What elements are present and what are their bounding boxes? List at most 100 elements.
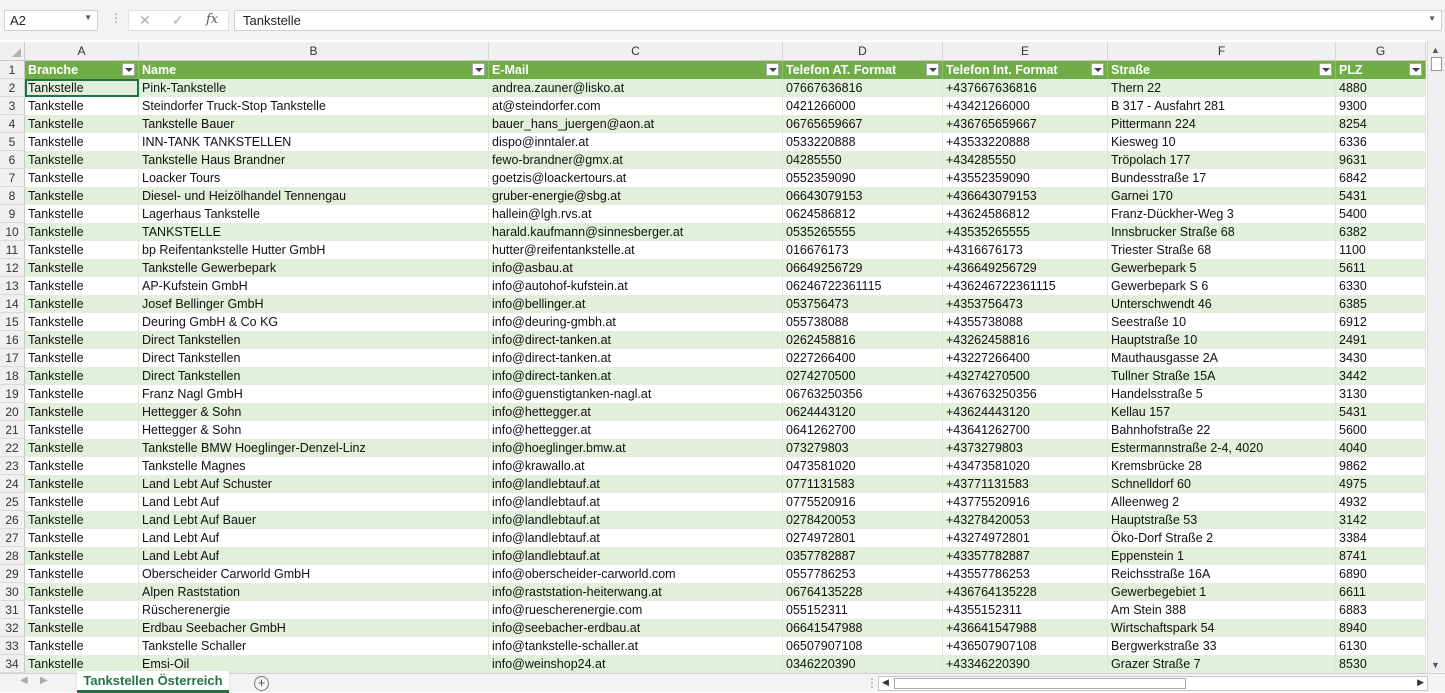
cell[interactable]: Tankstelle bbox=[25, 295, 139, 313]
cell[interactable]: Tankstelle Schaller bbox=[139, 637, 489, 655]
row-header[interactable]: 29 bbox=[0, 565, 25, 583]
cell[interactable]: Reichsstraße 16A bbox=[1108, 565, 1336, 583]
cell[interactable]: Alpen Raststation bbox=[139, 583, 489, 601]
cell[interactable]: Franz Nagl GmbH bbox=[139, 385, 489, 403]
cell[interactable]: 5431 bbox=[1336, 403, 1426, 421]
cell[interactable]: +43624586812 bbox=[943, 205, 1108, 223]
cell[interactable]: +436764135228 bbox=[943, 583, 1108, 601]
row-header[interactable]: 14 bbox=[0, 295, 25, 313]
cell[interactable]: Pittermann 224 bbox=[1108, 115, 1336, 133]
cell[interactable]: 1100 bbox=[1336, 241, 1426, 259]
cell[interactable]: 0641262700 bbox=[783, 421, 943, 439]
cell[interactable]: hutter@reifentankstelle.at bbox=[489, 241, 783, 259]
cell[interactable]: 0771131583 bbox=[783, 475, 943, 493]
filter-dropdown-icon[interactable] bbox=[122, 63, 135, 76]
vertical-scrollbar[interactable]: ▲ ▼ bbox=[1427, 40, 1445, 673]
cell[interactable]: 016676173 bbox=[783, 241, 943, 259]
cell[interactable]: Josef Bellinger GmbH bbox=[139, 295, 489, 313]
cell[interactable]: Tankstelle bbox=[25, 259, 139, 277]
row-header[interactable]: 23 bbox=[0, 457, 25, 475]
cell[interactable]: 0357782887 bbox=[783, 547, 943, 565]
cell[interactable]: 8940 bbox=[1336, 619, 1426, 637]
cell[interactable]: Tankstelle bbox=[25, 583, 139, 601]
cell[interactable]: Gewerbegebiet 1 bbox=[1108, 583, 1336, 601]
cell[interactable]: 3130 bbox=[1336, 385, 1426, 403]
prev-sheet-icon[interactable]: ◀ bbox=[20, 675, 28, 686]
row-header[interactable]: 7 bbox=[0, 169, 25, 187]
cell[interactable]: Loacker Tours bbox=[139, 169, 489, 187]
cell[interactable]: +436765659667 bbox=[943, 115, 1108, 133]
cell[interactable]: Tullner Straße 15A bbox=[1108, 367, 1336, 385]
row-header[interactable]: 11 bbox=[0, 241, 25, 259]
cell[interactable]: +43535265555 bbox=[943, 223, 1108, 241]
cell[interactable]: +43421266000 bbox=[943, 97, 1108, 115]
cell[interactable]: Oberscheider Carworld GmbH bbox=[139, 565, 489, 583]
row-header[interactable]: 22 bbox=[0, 439, 25, 457]
cell[interactable]: Bahnhofstraße 22 bbox=[1108, 421, 1336, 439]
cell[interactable]: Tankstelle Gewerbepark bbox=[139, 259, 489, 277]
cell[interactable]: info@direct-tanken.at bbox=[489, 367, 783, 385]
cell[interactable]: +43552359090 bbox=[943, 169, 1108, 187]
cell[interactable]: 06765659667 bbox=[783, 115, 943, 133]
cell[interactable]: +43473581020 bbox=[943, 457, 1108, 475]
column-header-f[interactable]: F bbox=[1108, 42, 1336, 60]
next-sheet-icon[interactable]: ▶ bbox=[40, 675, 48, 686]
horizontal-scroll-thumb[interactable] bbox=[894, 678, 1186, 689]
cell[interactable]: Tankstelle bbox=[25, 97, 139, 115]
cell[interactable]: Bergwerkstraße 33 bbox=[1108, 637, 1336, 655]
cell[interactable]: 2491 bbox=[1336, 331, 1426, 349]
cell[interactable]: +43274972801 bbox=[943, 529, 1108, 547]
cell[interactable]: TANKSTELLE bbox=[139, 223, 489, 241]
cell[interactable]: 5600 bbox=[1336, 421, 1426, 439]
cell[interactable]: Bundesstraße 17 bbox=[1108, 169, 1336, 187]
cell[interactable]: info@hettegger.at bbox=[489, 421, 783, 439]
cell[interactable]: Tankstelle bbox=[25, 313, 139, 331]
cell[interactable]: Tankstelle bbox=[25, 493, 139, 511]
header-cell-a[interactable]: Branche bbox=[25, 61, 139, 79]
scroll-right-icon[interactable]: ▶ bbox=[1417, 677, 1424, 688]
cell[interactable]: Kiesweg 10 bbox=[1108, 133, 1336, 151]
cell[interactable]: +4355738088 bbox=[943, 313, 1108, 331]
cell[interactable]: info@direct-tanken.at bbox=[489, 349, 783, 367]
cell[interactable]: +436507907108 bbox=[943, 637, 1108, 655]
row-header[interactable]: 15 bbox=[0, 313, 25, 331]
cell[interactable]: 06641547988 bbox=[783, 619, 943, 637]
cell[interactable]: 055152311 bbox=[783, 601, 943, 619]
cell[interactable]: Pink-Tankstelle bbox=[139, 79, 489, 97]
cell[interactable]: info@landlebtauf.at bbox=[489, 547, 783, 565]
cell[interactable]: 3430 bbox=[1336, 349, 1426, 367]
cell[interactable]: Land Lebt Auf bbox=[139, 493, 489, 511]
row-header[interactable]: 28 bbox=[0, 547, 25, 565]
cell[interactable]: 6890 bbox=[1336, 565, 1426, 583]
cell[interactable]: 8530 bbox=[1336, 655, 1426, 673]
cell[interactable]: info@hettegger.at bbox=[489, 403, 783, 421]
cell[interactable]: Estermannstraße 2-4, 4020 bbox=[1108, 439, 1336, 457]
cell[interactable]: +43274270500 bbox=[943, 367, 1108, 385]
cell[interactable]: +43262458816 bbox=[943, 331, 1108, 349]
cell[interactable]: Tankstelle bbox=[25, 277, 139, 295]
cell[interactable]: 5431 bbox=[1336, 187, 1426, 205]
cell[interactable]: Tankstelle Haus Brandner bbox=[139, 151, 489, 169]
cell[interactable]: dispo@inntaler.at bbox=[489, 133, 783, 151]
cell[interactable]: Handelsstraße 5 bbox=[1108, 385, 1336, 403]
cell[interactable]: 04285550 bbox=[783, 151, 943, 169]
chevron-down-icon[interactable]: ▼ bbox=[84, 13, 92, 22]
cell[interactable]: +436649256729 bbox=[943, 259, 1108, 277]
scroll-down-icon[interactable]: ▼ bbox=[1431, 660, 1440, 670]
header-cell-e[interactable]: Telefon Int. Format bbox=[943, 61, 1108, 79]
cell[interactable]: 6382 bbox=[1336, 223, 1426, 241]
cell[interactable]: 4932 bbox=[1336, 493, 1426, 511]
cell[interactable]: 073279803 bbox=[783, 439, 943, 457]
cell[interactable]: info@weinshop24.at bbox=[489, 655, 783, 673]
row-header[interactable]: 27 bbox=[0, 529, 25, 547]
cell[interactable]: 6385 bbox=[1336, 295, 1426, 313]
cell[interactable]: 4040 bbox=[1336, 439, 1426, 457]
cell[interactable]: info@landlebtauf.at bbox=[489, 475, 783, 493]
cell[interactable]: 9631 bbox=[1336, 151, 1426, 169]
cell[interactable]: Mauthausgasse 2A bbox=[1108, 349, 1336, 367]
cell[interactable]: info@landlebtauf.at bbox=[489, 493, 783, 511]
cell[interactable]: Gewerbepark S 6 bbox=[1108, 277, 1336, 295]
cell[interactable]: Schnelldorf 60 bbox=[1108, 475, 1336, 493]
cell[interactable]: Tankstelle bbox=[25, 457, 139, 475]
cell[interactable]: Öko-Dorf Straße 2 bbox=[1108, 529, 1336, 547]
